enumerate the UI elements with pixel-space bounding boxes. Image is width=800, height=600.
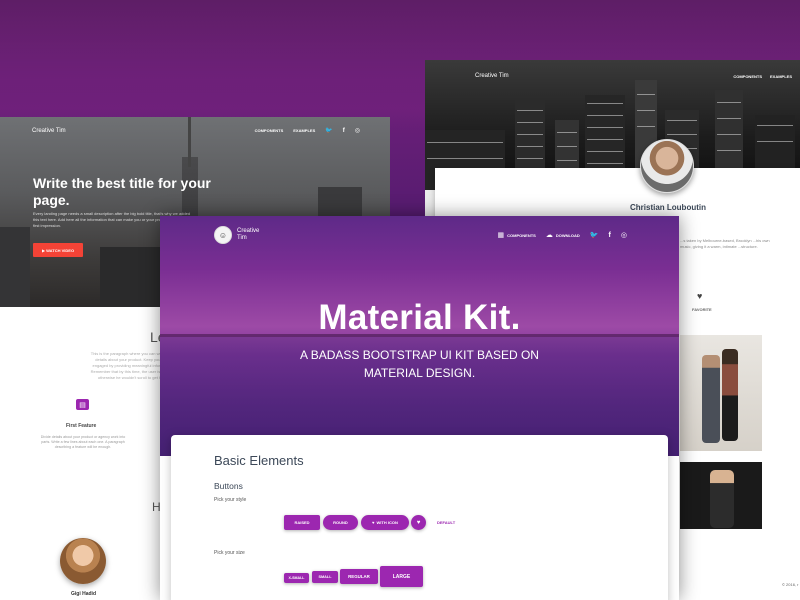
twitter-icon[interactable]: 🐦: [325, 127, 332, 134]
heart-icon: ♥: [416, 519, 421, 526]
landing-navbar: Creative Tim COMPONENTS EXAMPLES 🐦 f ◎: [32, 127, 360, 135]
x-small-button[interactable]: X-SMALL: [284, 573, 309, 583]
twitter-icon[interactable]: 🐦: [590, 231, 599, 239]
skyscraper: [0, 227, 30, 307]
nav-components[interactable]: COMPONENTS: [255, 128, 284, 133]
section-title: Basic Elements: [214, 453, 304, 468]
facebook-icon[interactable]: f: [343, 128, 345, 134]
team-member-name: Gigi Hadid: [71, 591, 96, 597]
avatar: [640, 139, 694, 193]
with-icon-label: WITH ICON: [376, 520, 398, 525]
style-label: Pick your style: [214, 497, 247, 503]
brand-link[interactable]: Creative Tim: [237, 228, 261, 242]
facebook-icon[interactable]: f: [609, 232, 611, 239]
buttons-heading: Buttons: [214, 481, 243, 491]
person-figure: [710, 470, 734, 528]
person-figure: [722, 349, 738, 441]
profile-bio: ...s taken by Melbourne-based, Brooklyn …: [680, 238, 770, 249]
small-button[interactable]: SMALL: [312, 571, 338, 583]
hero-subtitle: A BADASS BOOTSTRAP UI KIT BASED ON MATER…: [160, 346, 679, 382]
raised-button[interactable]: RAISED: [284, 515, 320, 530]
person-figure: [702, 355, 720, 443]
round-button[interactable]: ROUND: [323, 515, 358, 530]
nav-download-label: DOWNLOAD: [555, 232, 580, 238]
chat-icon: ▤: [76, 399, 89, 410]
gallery-photo[interactable]: [680, 462, 762, 529]
nav-components-label: COMPONENTS: [507, 232, 536, 238]
basic-elements-card: Basic Elements Buttons Pick your style R…: [171, 435, 668, 600]
size-label: Pick your size: [214, 550, 245, 556]
brand-link[interactable]: Creative Tim: [475, 73, 509, 79]
profile-name: Christian Louboutin: [630, 203, 706, 212]
feature-description: Divide details about your product or age…: [40, 435, 126, 449]
nav-components[interactable]: COMPONENTS: [733, 74, 762, 79]
profile-navbar: Creative Tim COMPONENTS EXAMPLES: [475, 73, 792, 79]
heart-icon: ♥: [372, 520, 375, 525]
hero-subtitle-line: A BADASS BOOTSTRAP UI KIT BASED ON: [300, 348, 539, 362]
avatar: [60, 538, 106, 584]
footer-copyright: © 2016, r: [782, 582, 799, 587]
regular-button[interactable]: REGULAR: [340, 569, 378, 584]
default-button[interactable]: DEFAULT: [437, 515, 455, 530]
main-navbar: ☺ Creative Tim ▦ COMPONENTS ☁ DOWNLOAD 🐦…: [214, 226, 627, 244]
hero-subtitle-line: MATERIAL DESIGN.: [363, 366, 476, 380]
landing-title: Write the best title for your page.: [33, 175, 211, 208]
instagram-icon[interactable]: ◎: [355, 127, 360, 134]
with-icon-button[interactable]: ♥ WITH ICON: [361, 515, 409, 530]
apps-icon: ▦: [497, 232, 505, 239]
skyscraper-spire: [188, 117, 191, 167]
feature-title: First Feature: [66, 423, 97, 429]
material-kit-page: ☺ Creative Tim ▦ COMPONENTS ☁ DOWNLOAD 🐦…: [160, 216, 679, 600]
hero-title: Material Kit.: [318, 298, 521, 337]
cloud-download-icon: ☁: [545, 232, 553, 239]
fab-heart-button[interactable]: ♥: [411, 515, 426, 530]
nav-components[interactable]: ▦ COMPONENTS: [498, 231, 536, 239]
favorite-tab-label[interactable]: FAVORITE: [692, 307, 712, 312]
nav-examples[interactable]: EXAMPLES: [293, 128, 315, 133]
watch-video-button[interactable]: ▶ WATCH VIDEO: [33, 243, 83, 257]
heart-icon[interactable]: ♥: [697, 291, 702, 301]
instagram-icon[interactable]: ◎: [621, 231, 627, 239]
brand-link[interactable]: Creative Tim: [32, 128, 66, 134]
nav-download[interactable]: ☁ DOWNLOAD: [546, 231, 580, 239]
large-button[interactable]: LARGE: [380, 566, 423, 587]
gallery-photo[interactable]: [680, 335, 762, 451]
logo-icon[interactable]: ☺: [214, 226, 232, 244]
hero-header: ☺ Creative Tim ▦ COMPONENTS ☁ DOWNLOAD 🐦…: [160, 216, 679, 456]
nav-examples[interactable]: EXAMPLES: [770, 74, 792, 79]
